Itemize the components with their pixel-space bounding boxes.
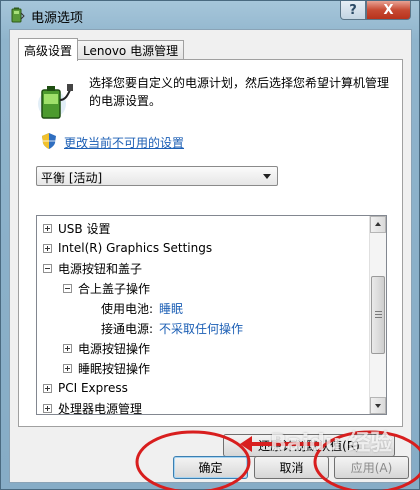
tree-item-usb-settings[interactable]: USB 设置 [43, 218, 110, 238]
close-button[interactable]: X [366, 1, 411, 20]
tree-item-label: USB 设置 [58, 221, 111, 236]
tree-item-lid-close-action[interactable]: 合上盖子操作 [63, 278, 150, 298]
tree-item-label: Intel(R) Graphics Settings [58, 241, 213, 255]
cancel-button[interactable]: 取消 [254, 456, 329, 479]
scroll-up-button[interactable] [370, 216, 386, 233]
tree-item-power-buttons-lid[interactable]: 电源按钮和盖子 [43, 258, 142, 278]
power-plan-select-value: 平衡 [活动] [41, 171, 103, 185]
tree-item-intel-graphics[interactable]: Intel(R) Graphics Settings [43, 238, 212, 258]
ok-button[interactable]: 确定 [173, 456, 248, 479]
tree-item-label: 接通电源: [101, 321, 154, 336]
window-title: 电源选项 [31, 11, 84, 26]
grip-icon [375, 311, 382, 318]
help-button[interactable]: ? [340, 1, 366, 20]
title-bar[interactable]: 电源选项 ? X [1, 1, 419, 29]
expand-plus-icon[interactable] [43, 383, 52, 393]
tab-strip: 高级设置 Lenovo 电源管理 [18, 38, 185, 61]
expand-plus-icon[interactable] [63, 363, 72, 373]
tree-item-label: 电源按钮和盖子 [58, 261, 143, 276]
arrow-down-icon [375, 404, 381, 408]
tree-scrollbar[interactable] [369, 216, 386, 414]
expand-plus-icon[interactable] [43, 223, 52, 233]
collapse-minus-icon[interactable] [63, 283, 72, 293]
scroll-thumb[interactable] [371, 276, 385, 354]
battery-plug-icon [38, 84, 73, 119]
tree-item-sleep-button-action[interactable]: 睡眠按钮操作 [63, 358, 150, 378]
change-unavailable-settings-link[interactable]: 更改当前不可用的设置 [64, 134, 184, 151]
scroll-down-button[interactable] [370, 397, 386, 414]
on-battery-value-link[interactable]: 睡眠 [159, 300, 183, 317]
tree-item-processor-power[interactable]: 处理器电源管理 [43, 398, 143, 415]
power-options-window: 电源选项 ? X 高级设置 Lenovo 电源管理 选择您要自定义的电源计划，然… [0, 0, 420, 490]
collapse-minus-icon[interactable] [43, 263, 52, 273]
tree-item-label: 电源按钮操作 [78, 341, 151, 356]
expand-plus-icon[interactable] [63, 343, 72, 353]
tree-item-plugged-in[interactable]: 接通电源: 不采取任何操作 [101, 318, 243, 338]
plugged-in-value-link[interactable]: 不采取任何操作 [159, 320, 243, 337]
power-options-icon [11, 7, 25, 23]
expand-plus-icon[interactable] [43, 243, 52, 253]
tab-lenovo-power-management[interactable]: Lenovo 电源管理 [77, 40, 185, 60]
tree-item-on-battery[interactable]: 使用电池: 睡眠 [101, 298, 183, 318]
advanced-settings-panel: 选择您要自定义的电源计划，然后选择您希望计算机管理的电源设置。 更改当前不可用的… [18, 59, 403, 457]
dialog-client-area: 高级设置 Lenovo 电源管理 选择您要自定义的电源计划，然后选择您希望计算机… [9, 29, 412, 483]
tree-item-label: 睡眠按钮操作 [78, 361, 151, 376]
apply-button[interactable]: 应用(A) [334, 456, 409, 479]
tree-item-label: 处理器电源管理 [58, 401, 143, 415]
close-icon: X [383, 2, 394, 18]
dropdown-arrow-icon [263, 174, 271, 179]
tree-item-label: PCI Express [58, 381, 128, 395]
tab-advanced-settings[interactable]: 高级设置 [18, 38, 79, 61]
tree-item-pci-express[interactable]: PCI Express [43, 378, 128, 398]
restore-plan-defaults-button[interactable]: 还原计划默认值(R) [223, 434, 395, 457]
tree-item-label: 合上盖子操作 [78, 281, 151, 296]
tree-item-label: 使用电池: [101, 301, 154, 316]
arrow-up-icon [375, 222, 381, 226]
power-plan-select[interactable]: 平衡 [活动] [36, 166, 278, 186]
expand-plus-icon[interactable] [43, 403, 52, 413]
settings-tree[interactable]: USB 设置 Intel(R) Graphics Settings 电源按钮和盖… [36, 215, 387, 415]
tree-item-power-button-action[interactable]: 电源按钮操作 [63, 338, 150, 358]
uac-shield-icon [42, 133, 56, 149]
intro-text: 选择您要自定义的电源计划，然后选择您希望计算机管理的电源设置。 [89, 76, 390, 108]
